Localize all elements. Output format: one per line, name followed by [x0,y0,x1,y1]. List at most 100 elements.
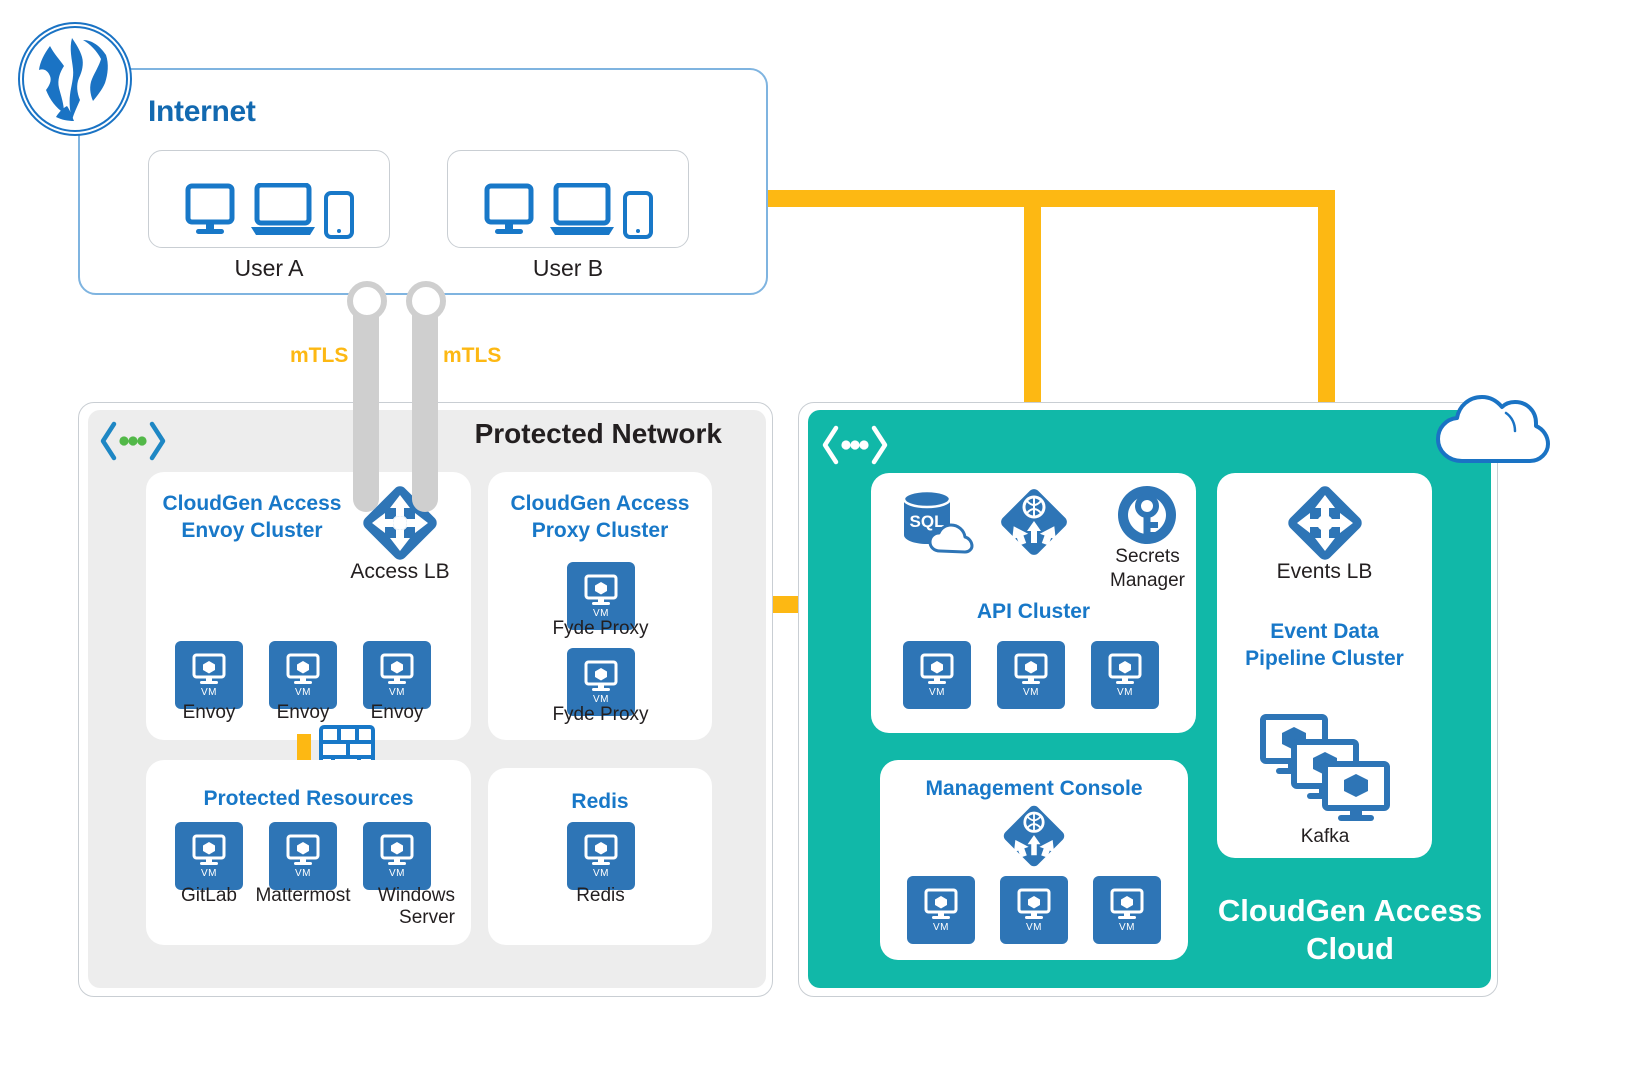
vm-badge: VM [295,867,311,879]
events-lb-label: Events LB [1276,560,1373,583]
vm-icon: VM [363,822,431,890]
vm-badge: VM [295,686,311,698]
vm-badge: VM [593,867,609,879]
internet-label: Internet [148,95,256,128]
vm-icon: VM [363,641,431,709]
vm-monitor-cube-glyph [192,653,226,684]
diagram-canvas: Internet User A User B Protected Network… [0,0,1651,1075]
envoy-node-0: VM [175,641,243,709]
redis-node-0: VM [567,822,635,890]
sql-icon-text: SQL [910,512,945,531]
vm-icon: VM [567,822,635,890]
resource-node-2-label-line1: Windows [377,885,455,906]
cloudgen-access-cloud-label: CloudGen Access Cloud [1205,892,1495,968]
vm-monitor-cube-glyph [380,653,414,684]
fyde-proxy-node-1-label: Fyde Proxy [552,704,649,725]
code-brackets-dots-icon [822,424,888,471]
envoy-node-2-label: Envoy [370,702,424,723]
proxy-cluster-title: CloudGen Access Proxy Cluster [488,490,712,545]
envoy-cluster-title-line2: Envoy Cluster [181,519,323,543]
mtls-tunnel-a [353,300,379,512]
vm-badge: VM [933,921,949,933]
event-pipeline-title: Event Data Pipeline Cluster [1222,618,1427,673]
vm-badge: VM [389,867,405,879]
vm-monitor-cube-glyph [920,653,954,684]
vm-monitor-cube-glyph [1108,653,1142,684]
vm-icon: VM [907,876,975,944]
kafka-label: Kafka [1300,826,1350,847]
vm-badge: VM [1023,686,1039,698]
proxy-cluster-title-line1: CloudGen Access [510,492,690,515]
vm-monitor-cube-glyph [380,834,414,865]
vm-icon: VM [175,822,243,890]
cloudgen-access-cloud-label-line2: Cloud [1306,930,1394,966]
vm-icon: VM [903,641,971,709]
resource-node-1: VM [269,822,337,890]
link-userb-cloud-bus [690,190,1335,207]
event-pipeline-title-line1: Event Data [1270,620,1379,643]
smartphone-icon [324,191,354,239]
api-node-2: VM [1091,641,1159,709]
globe-icon [18,22,132,136]
vm-icon: VM [1093,876,1161,944]
vm-icon: VM [175,641,243,709]
traffic-manager-icon [1000,802,1068,875]
vm-badge: VM [201,867,217,879]
vm-monitor-cube-glyph [286,834,320,865]
resource-node-0: VM [175,822,243,890]
secrets-manager-label-line2: Manager [1110,569,1185,591]
mgmt-node-2: VM [1093,876,1161,944]
user-a-devices-card [148,150,390,248]
mtls-tunnel-b [412,300,438,512]
mtls-label-b: mTLS [443,344,502,367]
load-balancer-icon [1285,483,1365,568]
resource-node-2-label: Windows Server [345,885,455,929]
vm-monitor-cube-glyph [584,834,618,865]
vm-badge: VM [201,686,217,698]
vm-badge: VM [389,686,405,698]
envoy-node-2: VM [363,641,431,709]
mtls-label-a: mTLS [290,344,349,367]
vm-badge: VM [1117,686,1133,698]
vm-badge: VM [593,607,609,619]
mgmt-node-1: VM [1000,876,1068,944]
cloud-outline-icon [1432,375,1552,470]
vm-icon: VM [997,641,1065,709]
vm-icon: VM [269,641,337,709]
vm-badge: VM [593,693,609,705]
vm-badge: VM [929,686,945,698]
kafka-stacked-servers-icon [1258,712,1394,827]
user-b-label: User B [532,255,604,281]
api-node-1: VM [997,641,1065,709]
envoy-node-1: VM [269,641,337,709]
laptop-icon [550,183,614,235]
envoy-cluster-title-line1: CloudGen Access [162,492,342,515]
vm-icon: VM [269,822,337,890]
desktop-monitor-icon [484,183,534,234]
secrets-manager-label: Secrets Manager [1090,545,1205,593]
vm-monitor-cube-glyph [584,574,618,605]
resource-node-2-label-line2: Server [399,906,455,928]
vm-monitor-cube-glyph [1017,888,1051,919]
envoy-cluster-title: CloudGen Access Envoy Cluster [152,490,352,545]
proxy-cluster-title-line2: Proxy Cluster [531,519,669,543]
redis-node-0-label: Redis [576,885,625,906]
redis-title: Redis [571,790,629,813]
vm-monitor-cube-glyph [286,653,320,684]
vm-monitor-cube-glyph [584,660,618,691]
secrets-manager-label-line1: Secrets [1115,546,1180,567]
resource-node-2: VM [363,822,431,890]
mtls-tunnel-a-cap [347,281,387,321]
access-lb-label: Access LB [350,560,450,583]
vm-badge: VM [1119,921,1135,933]
code-brackets-dots-icon [100,420,166,467]
desktop-monitor-icon [185,183,235,234]
mtls-tunnel-b-cap [406,281,446,321]
api-cluster-title: API Cluster [976,600,1091,623]
laptop-icon [251,183,315,235]
cloudgen-access-cloud-label-line1: CloudGen Access [1217,893,1483,928]
vm-icon: VM [1000,876,1068,944]
vm-monitor-cube-glyph [192,834,226,865]
vm-monitor-cube-glyph [1014,653,1048,684]
user-a-label: User A [234,255,304,281]
